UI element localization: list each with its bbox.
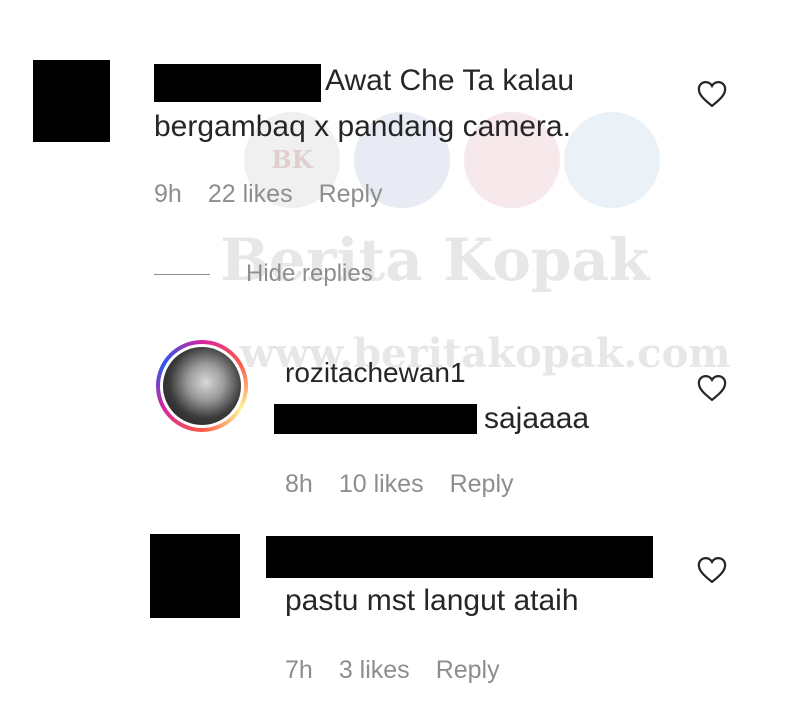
comment-meta: 7h 3 likes Reply xyxy=(285,656,526,685)
heart-icon[interactable] xyxy=(697,556,727,584)
comment-text: pastu mst langut ataih xyxy=(285,584,579,617)
comment-text: Awat Che Ta kalau xyxy=(325,64,575,97)
hide-replies-label[interactable]: Hide replies xyxy=(246,260,373,288)
comment-likes[interactable]: 3 likes xyxy=(339,656,410,684)
avatar[interactable] xyxy=(33,60,110,142)
comment-time[interactable]: 9h xyxy=(154,180,182,208)
avatar[interactable] xyxy=(150,534,240,618)
reply-button[interactable]: Reply xyxy=(436,656,500,684)
comment-likes[interactable]: 22 likes xyxy=(208,180,293,208)
watermark-web-logo xyxy=(564,112,660,208)
hide-replies-button[interactable]: Hide replies xyxy=(154,260,373,288)
comment-time[interactable]: 8h xyxy=(285,470,313,498)
mention-redacted[interactable] xyxy=(274,404,477,434)
divider-line xyxy=(154,273,210,275)
avatar[interactable] xyxy=(156,340,248,432)
comment-time[interactable]: 7h xyxy=(285,656,313,684)
comment-meta: 9h 22 likes Reply xyxy=(154,180,409,209)
comment-text: bergambaq x pandang camera. xyxy=(154,110,571,143)
username-redacted[interactable] xyxy=(266,536,653,578)
comment-meta: 8h 10 likes Reply xyxy=(285,470,540,499)
reply-button[interactable]: Reply xyxy=(319,180,383,208)
heart-icon[interactable] xyxy=(697,80,727,108)
comment-likes[interactable]: 10 likes xyxy=(339,470,424,498)
reply-button[interactable]: Reply xyxy=(450,470,514,498)
comment-text: sajaaaa xyxy=(484,402,590,435)
heart-icon[interactable] xyxy=(697,374,727,402)
username[interactable]: rozitachewan1 xyxy=(285,356,466,390)
profile-photo xyxy=(163,347,241,425)
username-redacted[interactable] xyxy=(154,64,321,102)
